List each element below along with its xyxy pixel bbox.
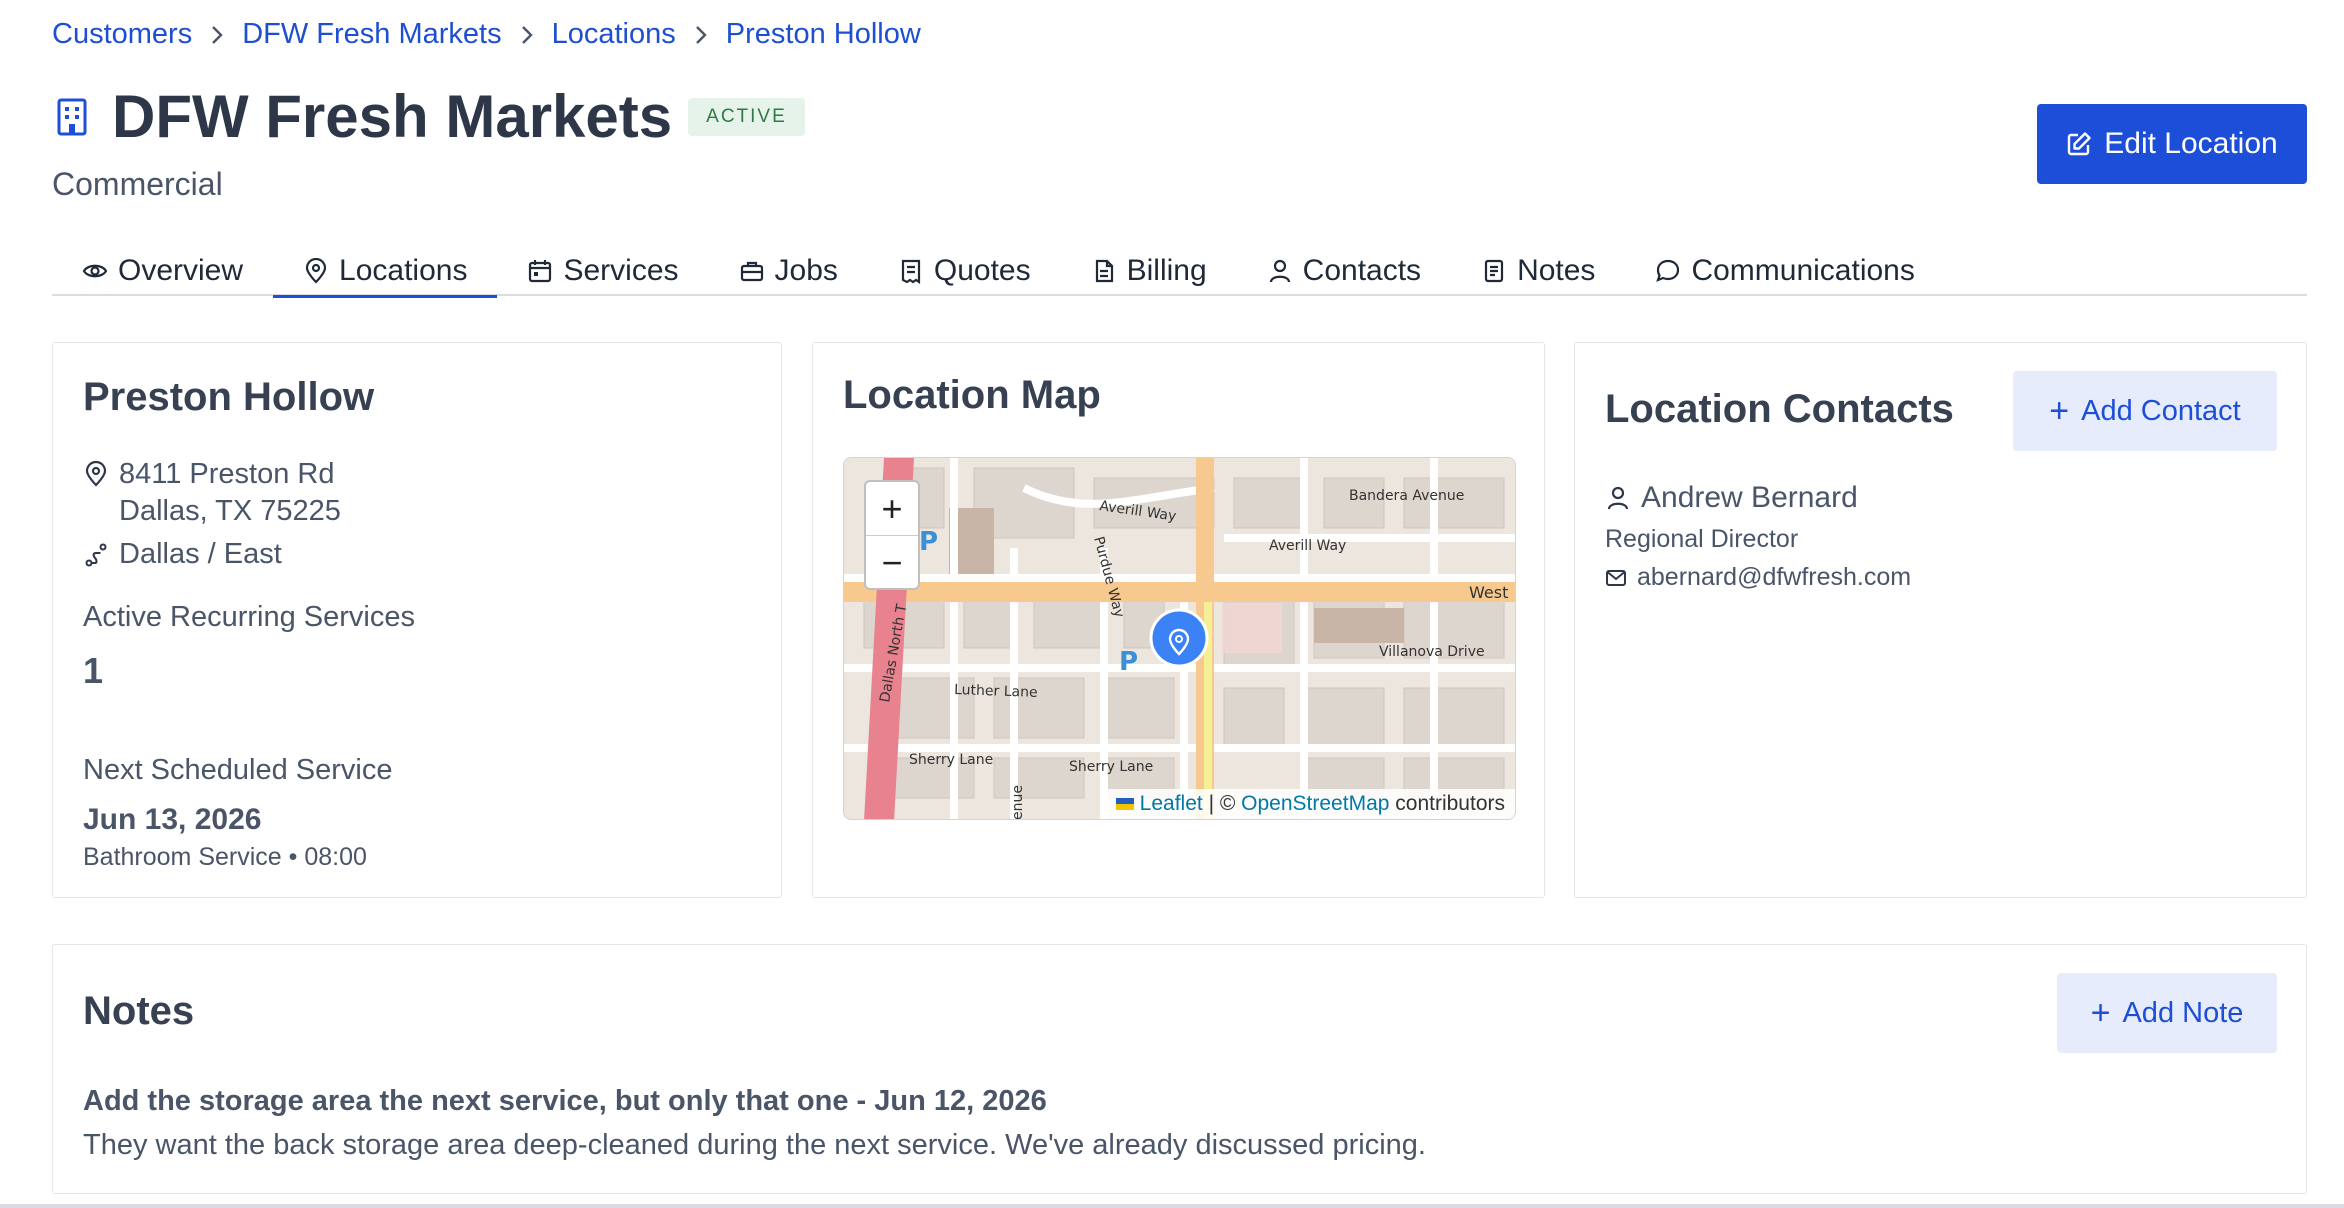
breadcrumb-customer[interactable]: DFW Fresh Markets bbox=[242, 18, 501, 51]
tab-billing[interactable]: Billing bbox=[1061, 246, 1237, 296]
tab-communications[interactable]: Communications bbox=[1625, 246, 1944, 296]
route-icon bbox=[83, 542, 109, 568]
map-label-west: West bbox=[1469, 583, 1508, 602]
add-contact-label: Add Contact bbox=[2081, 394, 2241, 427]
active-services-count: 1 bbox=[83, 650, 104, 691]
attribution-separator: | © bbox=[1202, 792, 1242, 815]
note-body: They want the back storage area deep-cle… bbox=[83, 1129, 1426, 1161]
tab-locations[interactable]: Locations bbox=[273, 246, 498, 298]
map-tiles: Averill Way Bandera Avenue Averill Way W… bbox=[844, 458, 1515, 820]
location-map-card: Location Map Averill Way Bandera Avenue … bbox=[812, 342, 1545, 898]
contact-name[interactable]: Andrew Bernard bbox=[1641, 481, 1858, 515]
building-icon bbox=[52, 97, 92, 137]
breadcrumb: Customers DFW Fresh Markets Locations Pr… bbox=[52, 18, 921, 51]
calendar-icon bbox=[529, 260, 552, 283]
map-attribution: Leaflet | © OpenStreetMap contributors bbox=[1105, 789, 1515, 819]
tab-contacts[interactable]: Contacts bbox=[1237, 246, 1451, 296]
page-header: DFW Fresh Markets ACTIVE bbox=[52, 82, 805, 151]
parking-icon: P bbox=[919, 527, 938, 557]
map-pin-icon bbox=[305, 258, 327, 284]
map-label-enue: enue bbox=[1010, 785, 1026, 820]
map-label-villanova-drive: Villanova Drive bbox=[1379, 644, 1485, 660]
address: 8411 Preston Rd Dallas, TX 75225 bbox=[83, 456, 751, 530]
address-line1: 8411 Preston Rd bbox=[119, 458, 335, 490]
map-label-sherry-lane: Sherry Lane bbox=[909, 752, 993, 768]
tab-notes[interactable]: Notes bbox=[1451, 246, 1625, 296]
bottom-divider bbox=[0, 1204, 2344, 1208]
map-title: Location Map bbox=[843, 373, 1101, 417]
location-marker-icon[interactable] bbox=[1149, 608, 1209, 668]
status-badge: ACTIVE bbox=[688, 98, 805, 136]
zoom-in-button[interactable]: + bbox=[866, 482, 918, 536]
user-icon bbox=[1269, 259, 1290, 283]
note-title: Add the storage area the next service, b… bbox=[83, 1085, 1047, 1117]
tab-jobs[interactable]: Jobs bbox=[709, 246, 868, 296]
openstreetmap-link[interactable]: OpenStreetMap bbox=[1241, 792, 1389, 816]
contact-role: Regional Director bbox=[1605, 525, 1799, 553]
route-label: Dallas / East bbox=[119, 538, 282, 570]
route: Dallas / East bbox=[83, 538, 751, 571]
contact-email[interactable]: abernard@dfwfresh.com bbox=[1637, 563, 1911, 592]
breadcrumb-current[interactable]: Preston Hollow bbox=[726, 18, 921, 51]
notes-icon bbox=[1484, 259, 1504, 283]
parking-icon-2: P bbox=[1119, 647, 1138, 677]
chevron-right-icon bbox=[210, 24, 224, 46]
edit-location-button[interactable]: Edit Location bbox=[2037, 104, 2307, 184]
chat-bubble-icon bbox=[1656, 259, 1680, 282]
contact-email-row: abernard@dfwfresh.com bbox=[1605, 563, 1911, 592]
map-pin-icon bbox=[83, 456, 109, 497]
tab-overview[interactable]: Overview bbox=[52, 246, 273, 296]
tab-bar: Overview Locations Services Jobs Quotes … bbox=[52, 246, 2307, 298]
next-service-label: Next Scheduled Service bbox=[83, 754, 393, 786]
next-service-date: Jun 13, 2026 bbox=[83, 803, 262, 836]
customer-type: Commercial bbox=[52, 166, 223, 202]
eye-icon bbox=[82, 264, 108, 278]
address-line2: Dallas, TX 75225 bbox=[119, 495, 341, 527]
add-contact-button[interactable]: + Add Contact bbox=[2013, 371, 2277, 451]
ukraine-flag-icon bbox=[1115, 798, 1134, 810]
breadcrumb-customers[interactable]: Customers bbox=[52, 18, 192, 51]
notes-card: Notes + Add Note Add the storage area th… bbox=[52, 944, 2307, 1194]
receipt-icon bbox=[901, 259, 920, 284]
map-label-bandera-avenue: Bandera Avenue bbox=[1349, 488, 1464, 504]
add-note-label: Add Note bbox=[2122, 996, 2244, 1029]
map-label-luther-lane: Luther Lane bbox=[954, 682, 1038, 701]
location-details-card: Preston Hollow 8411 Preston Rd Dallas, T… bbox=[52, 342, 782, 898]
user-icon bbox=[1607, 486, 1629, 510]
leaflet-link[interactable]: Leaflet bbox=[1140, 792, 1203, 816]
tab-quotes[interactable]: Quotes bbox=[868, 246, 1061, 296]
map-zoom-control: + − bbox=[864, 480, 920, 590]
tab-services[interactable]: Services bbox=[497, 246, 708, 296]
mail-icon bbox=[1606, 569, 1626, 586]
contacts-title: Location Contacts bbox=[1605, 387, 1954, 431]
zoom-out-button[interactable]: − bbox=[866, 536, 918, 590]
add-note-button[interactable]: + Add Note bbox=[2057, 973, 2277, 1053]
breadcrumb-locations[interactable]: Locations bbox=[552, 18, 676, 51]
active-services-label: Active Recurring Services bbox=[83, 601, 415, 633]
next-service-detail: Bathroom Service • 08:00 bbox=[83, 843, 367, 871]
file-icon bbox=[1095, 259, 1113, 283]
notes-title: Notes bbox=[83, 989, 195, 1033]
map-label-averill-way-2: Averill Way bbox=[1269, 538, 1346, 554]
briefcase-icon bbox=[740, 261, 763, 282]
plus-icon: + bbox=[2049, 392, 2070, 430]
contact-name-row: Andrew Bernard bbox=[1605, 481, 1858, 515]
map-label-sherry-lane-2: Sherry Lane bbox=[1069, 759, 1153, 775]
edit-location-label: Edit Location bbox=[2104, 127, 2278, 160]
chevron-right-icon bbox=[694, 24, 708, 46]
location-contacts-card: Location Contacts + Add Contact Andrew B… bbox=[1574, 342, 2307, 898]
chevron-right-icon bbox=[520, 24, 534, 46]
edit-icon bbox=[2068, 132, 2091, 156]
map-view[interactable]: Averill Way Bandera Avenue Averill Way W… bbox=[843, 457, 1516, 820]
plus-icon: + bbox=[2090, 994, 2111, 1032]
page-title: DFW Fresh Markets bbox=[112, 83, 673, 150]
attribution-suffix: contributors bbox=[1389, 792, 1505, 815]
location-name: Preston Hollow bbox=[83, 375, 375, 419]
